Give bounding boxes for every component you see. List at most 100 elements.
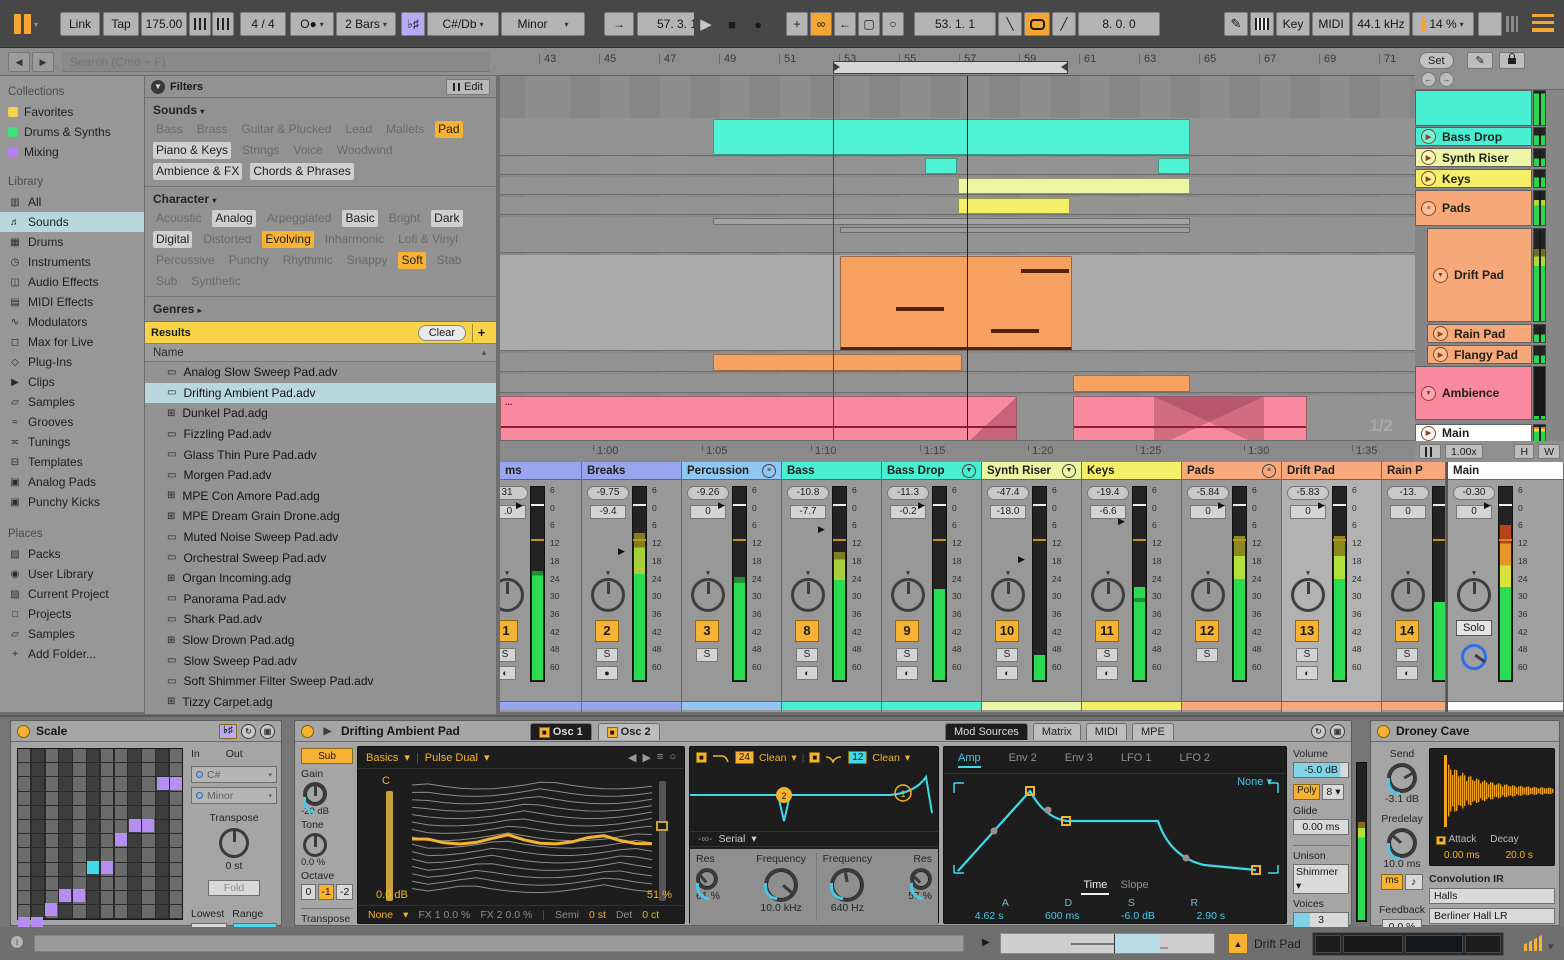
scale-cell[interactable] (156, 791, 169, 805)
osc-volume-slider[interactable] (386, 791, 393, 901)
scale-cell[interactable] (87, 763, 100, 777)
tap-button[interactable]: Tap (103, 12, 139, 36)
groove-amount[interactable]: O● ▾ (290, 12, 334, 36)
filter-tag[interactable]: Evolving (262, 231, 314, 248)
scale-cell[interactable] (87, 876, 100, 891)
scale-cell[interactable] (157, 777, 170, 791)
unison-mode-select[interactable]: Shimmer ▾ (1293, 864, 1349, 894)
scale-cell[interactable] (128, 777, 141, 791)
filter-tag[interactable]: Ambience & FX (153, 163, 243, 180)
track-header[interactable]: ▶ Keys (1415, 169, 1532, 188)
filter-tag[interactable]: Analog (212, 210, 256, 227)
pan-knob[interactable]: ▾ (791, 570, 825, 612)
filter1-slope[interactable]: 24 (734, 751, 754, 764)
scale-cell[interactable] (114, 820, 127, 834)
device-title[interactable]: Droney Cave (1396, 724, 1469, 738)
scale-cell[interactable] (142, 777, 155, 791)
scale-cell[interactable] (114, 749, 127, 763)
library-item[interactable]: ▤ MIDI Effects (0, 292, 144, 312)
track-activator-icon[interactable]: ▶ (1433, 326, 1448, 341)
library-item[interactable]: ▱ Samples (0, 392, 144, 412)
peak-level-value[interactable]: -5.83 (1287, 486, 1329, 500)
sort-icon[interactable]: ▲ (480, 348, 488, 357)
mixer-track-title[interactable]: Breaks (582, 462, 681, 480)
character-filter-title[interactable]: Character ▾ (153, 192, 488, 206)
pan-knob[interactable]: ▾ (691, 570, 725, 612)
track-header[interactable]: ▶ Bass Drop (1415, 127, 1532, 146)
filter-tag[interactable]: Rhythmic (280, 252, 336, 269)
solo-label[interactable]: Solo (1456, 620, 1492, 636)
draw-pencil-icon[interactable]: ✎ (1224, 12, 1248, 36)
result-item[interactable]: ⊞ MPE Dream Grain Drone.adg (145, 506, 496, 527)
track-number-button[interactable]: 10 (995, 620, 1019, 642)
tempo-field[interactable]: 175.00 (141, 12, 187, 36)
width-button[interactable]: W (1538, 444, 1560, 459)
peak-level-value[interactable]: -10.8 (787, 486, 829, 500)
track-fold-icon[interactable]: ≡ (762, 463, 776, 478)
pan-knob[interactable]: ▾ (1457, 570, 1491, 612)
filter1-toggle[interactable]: ■ (696, 752, 707, 763)
freq2-value[interactable]: 640 Hz (817, 902, 878, 914)
prev-wave-icon[interactable]: ◀ (628, 751, 636, 764)
expand-icon[interactable]: ▶ (320, 724, 335, 739)
monitor-icon[interactable]: ◐ (1296, 666, 1318, 680)
subtab-lfo2[interactable]: LFO 2 (1179, 752, 1210, 768)
scale-cell[interactable] (142, 834, 155, 848)
octave-0[interactable]: 0 (301, 884, 316, 900)
library-item[interactable]: ▣ Analog Pads (0, 472, 144, 492)
peak-level-value[interactable]: -13. (1387, 486, 1429, 500)
device-chain-minimap[interactable] (1312, 932, 1504, 956)
places-item[interactable]: + Add Folder... (0, 644, 144, 664)
cpu-meter[interactable]: 14 % ▾ (1412, 12, 1474, 36)
pencil-button[interactable]: ✎ (1467, 52, 1493, 69)
metronome-icon[interactable] (212, 12, 234, 36)
filter-tag[interactable]: Inharmonic (322, 231, 387, 248)
midi-overdub-icon[interactable]: ∞ (810, 12, 832, 36)
track-activator-icon[interactable]: ▼ (1421, 385, 1436, 401)
peak-level-value[interactable]: -19.4 (1087, 486, 1129, 500)
next-marker-icon[interactable]: → (1439, 72, 1454, 87)
notch-icon[interactable] (825, 753, 843, 763)
scale-cell[interactable] (169, 834, 183, 848)
height-button[interactable]: H (1514, 444, 1535, 459)
filter-tag[interactable]: Piano & Keys (153, 142, 232, 159)
clear-filters-button[interactable]: Clear (417, 324, 466, 341)
scale-cell[interactable] (73, 848, 86, 862)
mixer-track-title[interactable]: Rain P (1382, 462, 1445, 480)
track-header[interactable] (1415, 90, 1532, 126)
device-on-led[interactable] (301, 724, 314, 738)
scale-cell[interactable] (31, 791, 45, 805)
scale-cell[interactable] (169, 891, 183, 905)
chain-play-icon[interactable]: ▶ (982, 937, 990, 948)
peak-level-value[interactable]: 31 (500, 486, 528, 500)
hot-swap-icon[interactable]: ↻ (241, 723, 256, 739)
mixer-track-title[interactable]: Pads ≡ (1182, 462, 1281, 480)
track-activator-icon[interactable]: ▶ (1421, 425, 1436, 441)
track-activator-icon[interactable]: ▶ (1433, 347, 1448, 362)
device-panel-toggle[interactable]: ▲ (1228, 933, 1248, 954)
sounds-filter-title[interactable]: Sounds ▾ (153, 103, 488, 117)
mixer-track-title[interactable]: Percussion ≡ (682, 462, 781, 480)
scale-cell[interactable] (128, 763, 141, 777)
scale-mode-select[interactable]: Minor ▾ (191, 787, 277, 804)
places-item[interactable]: ▨ Current Project (0, 584, 144, 604)
scale-cell[interactable] (45, 848, 58, 862)
mixer-track-title[interactable]: ms (500, 462, 581, 480)
tab-midi[interactable]: MIDI (1085, 723, 1127, 740)
scale-cell[interactable] (169, 749, 183, 763)
filter-tag[interactable]: Lead (342, 121, 375, 138)
mixer-track-title[interactable]: Drift Pad (1282, 462, 1381, 480)
library-item[interactable]: ▥ All (0, 192, 144, 212)
octave-minus2[interactable]: -2 (336, 884, 353, 900)
track-header[interactable]: ▶ Flangy Pad (1427, 345, 1532, 364)
scale-menu[interactable]: Minor ▾ (501, 12, 585, 36)
scale-cell[interactable] (18, 862, 31, 876)
scale-cell[interactable] (87, 749, 100, 763)
scale-cell[interactable] (100, 749, 114, 763)
scale-cell[interactable] (45, 862, 58, 876)
scale-cell[interactable] (31, 848, 45, 862)
subtab-env3[interactable]: Env 3 (1065, 752, 1093, 768)
scale-cell[interactable] (59, 749, 72, 763)
scale-cell[interactable] (18, 834, 31, 848)
next-wave-icon[interactable]: ▶ (642, 751, 650, 764)
